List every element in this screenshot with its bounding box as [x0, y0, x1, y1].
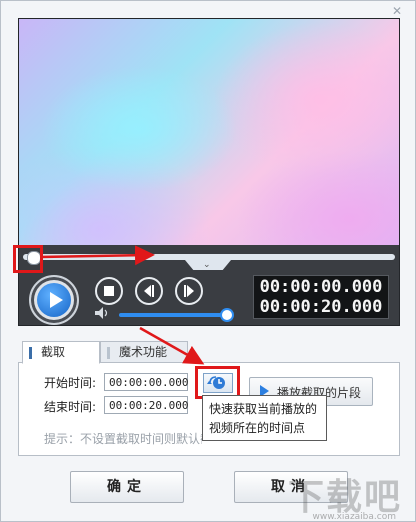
total-time: 00:00:20.000 [259, 297, 383, 317]
volume-slider[interactable] [119, 313, 225, 317]
hint-text: 提示：不设置截取时间则默认截 [44, 432, 202, 446]
next-frame-icon [184, 285, 194, 297]
stop-icon [104, 286, 114, 296]
tooltip-line-1: 快速获取当前播放的 [209, 402, 318, 416]
start-time-field[interactable]: 00:00:00.000 [104, 373, 188, 391]
tab-magic-label: 魔术功能 [119, 345, 168, 359]
tab-clip[interactable]: 截取 [22, 341, 100, 364]
video-preview[interactable] [19, 19, 399, 245]
end-time-label: 结束时间: [44, 400, 97, 414]
stop-button[interactable] [95, 277, 123, 305]
play-button[interactable] [29, 275, 79, 325]
play-icon [37, 283, 71, 317]
end-time-field[interactable]: 00:00:20.000 [104, 396, 188, 414]
previous-frame-button[interactable] [135, 277, 163, 305]
time-display: 00:00:00.000 00:00:20.000 [253, 275, 389, 319]
watermark-url: www.xiazaiba.com [312, 512, 396, 522]
tab-magic[interactable]: 魔术功能 [100, 341, 188, 364]
current-time: 00:00:00.000 [259, 277, 383, 297]
close-icon[interactable]: ✕ [392, 4, 402, 18]
volume-thumb[interactable] [220, 308, 234, 322]
video-player: ⌄ 00:00:00.000 00:00:20.000 [18, 18, 400, 326]
tooltip-line-2: 视频所在的时间点 [209, 421, 306, 435]
tooltip: 快速获取当前播放的 视频所在的时间点 [202, 395, 327, 441]
annotation-box-seek [13, 245, 43, 273]
start-time-label: 开始时间: [44, 376, 97, 390]
previous-frame-icon [144, 285, 154, 297]
chevron-down-icon[interactable]: ⌄ [203, 260, 211, 270]
next-frame-button[interactable] [175, 277, 203, 305]
tab-clip-label: 截取 [41, 345, 66, 359]
ok-button[interactable]: 确定 [70, 471, 184, 503]
volume-icon[interactable] [95, 307, 109, 319]
